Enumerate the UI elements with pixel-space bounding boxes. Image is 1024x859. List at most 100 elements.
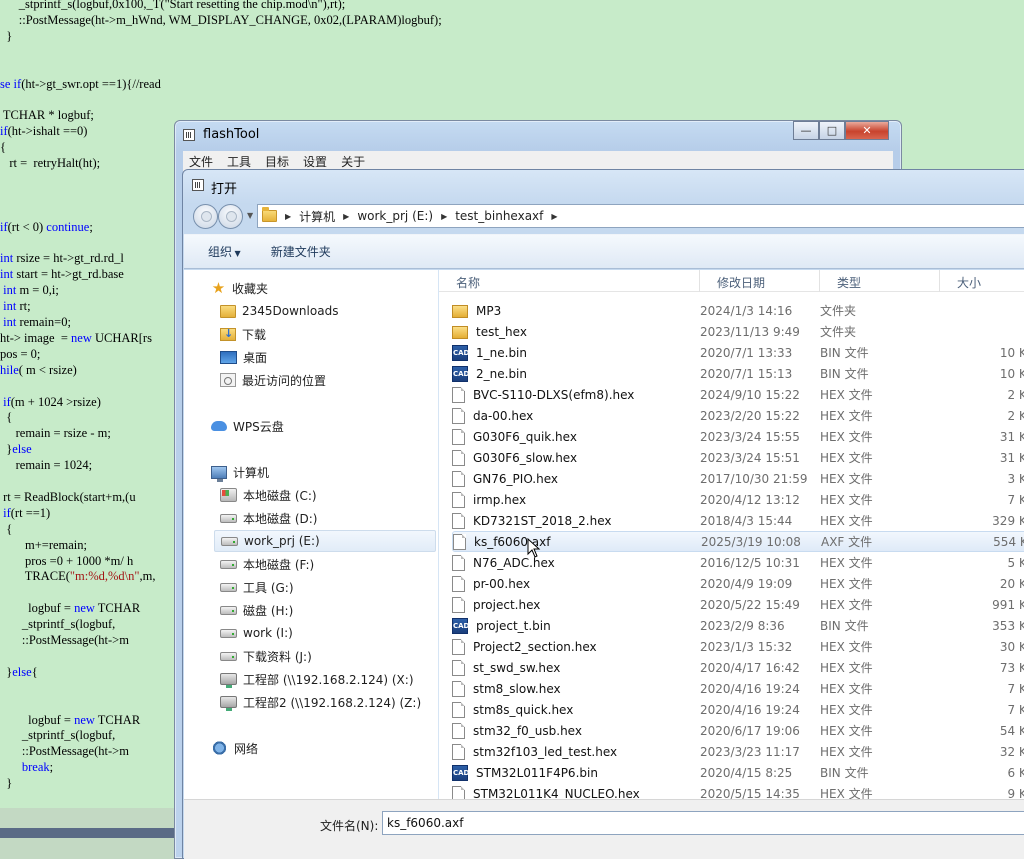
file-row[interactable]: stm8s_quick.hex 2020/4/16 19:24 HEX 文件 7 KB bbox=[452, 699, 1024, 720]
drive-icon bbox=[220, 628, 237, 638]
document-icon bbox=[452, 680, 465, 697]
file-type: HEX 文件 bbox=[820, 787, 873, 799]
file-date: 2020/4/12 13:12 bbox=[700, 492, 800, 507]
nav-drive-item[interactable]: work_prj (E:) bbox=[214, 530, 436, 552]
minimize-button[interactable]: — bbox=[793, 121, 819, 140]
file-row[interactable]: pr-00.hex 2020/4/9 19:09 HEX 文件 20 KB bbox=[452, 573, 1024, 594]
code-token: ::PostMessage(ht->m_hWnd, WM_DISPLAY_CHA… bbox=[0, 13, 442, 27]
nav-drive-item[interactable]: 工程部2 (\\192.168.2.124) (Z:) bbox=[220, 691, 421, 713]
code-line: if(rt < 0) continue; bbox=[0, 220, 93, 235]
breadcrumb-computer[interactable]: 计算机 bbox=[299, 208, 335, 225]
dialog-titlebar[interactable]: 打开 bbox=[183, 170, 1024, 200]
code-line: logbuf = new TCHAR bbox=[0, 601, 140, 616]
file-row[interactable]: CAD 1_ne.bin 2020/7/1 13:33 BIN 文件 10 KB bbox=[452, 342, 1024, 363]
nav-favorite-item[interactable]: 下载 bbox=[220, 323, 266, 345]
code-token: ; bbox=[89, 220, 93, 234]
nav-favorites[interactable]: ★ 收藏夹 bbox=[211, 277, 268, 299]
file-row[interactable]: stm32_f0_usb.hex 2020/6/17 19:06 HEX 文件 54 … bbox=[452, 720, 1024, 741]
close-button[interactable]: ✕ bbox=[845, 121, 889, 140]
file-type: HEX 文件 bbox=[820, 388, 873, 402]
nav-wps-cloud[interactable]: WPS云盘 bbox=[211, 415, 284, 437]
file-row[interactable]: G030F6_quik.hex 2023/3/24 15:55 HEX 文件 31 K… bbox=[452, 426, 1024, 447]
file-row[interactable]: GN76_PIO.hex 2017/10/30 21:59 HEX 文件 3 KB bbox=[452, 468, 1024, 489]
maximize-button[interactable]: □ bbox=[819, 121, 845, 140]
menu-about[interactable]: 关于 bbox=[341, 153, 365, 170]
file-row[interactable]: CAD project_t.bin 2023/2/9 8:36 BIN 文件 353 K… bbox=[452, 615, 1024, 636]
code-token: ( m < rsize) bbox=[18, 363, 77, 377]
file-type: HEX 文件 bbox=[820, 514, 873, 528]
file-row[interactable]: project.hex 2020/5/22 15:49 HEX 文件 991 KB bbox=[452, 594, 1024, 615]
code-line: rt = ReadBlock(start+m,(u bbox=[0, 490, 135, 505]
filename-input[interactable] bbox=[382, 811, 1024, 835]
file-row[interactable]: stm8_slow.hex 2020/4/16 19:24 HEX 文件 7 KB bbox=[452, 678, 1024, 699]
column-size[interactable]: 大小 bbox=[940, 270, 1024, 292]
menu-file[interactable]: 文件 bbox=[189, 153, 213, 170]
file-row[interactable]: irmp.hex 2020/4/12 13:12 HEX 文件 7 KB bbox=[452, 489, 1024, 510]
nav-label: 本地磁盘 (F:) bbox=[243, 557, 315, 572]
new-folder-button[interactable]: 新建文件夹 bbox=[271, 243, 331, 260]
file-row[interactable]: st_swd_sw.hex 2020/4/17 16:42 HEX 文件 73 KB bbox=[452, 657, 1024, 678]
navigation-pane[interactable]: ★ 收藏夹 2345Downloads 下载桌面最近访问的位置 WPS云盘计算机本地磁盘… bbox=[184, 270, 439, 799]
file-row[interactable]: CAD STM32L011F4P6.bin 2020/4/15 8:25 BIN 文件… bbox=[452, 762, 1024, 783]
nav-drive-item[interactable]: 磁盘 (H:) bbox=[220, 599, 293, 621]
code-token: break bbox=[21, 760, 50, 774]
file-row[interactable]: da-00.hex 2023/2/20 15:22 HEX 文件 2 KB bbox=[452, 405, 1024, 426]
file-row[interactable]: test_hex 2023/11/13 9:49 文件夹 bbox=[452, 321, 1024, 342]
chevron-right-icon[interactable]: ▶ bbox=[551, 212, 557, 221]
file-row[interactable]: KD7321ST_2018_2.hex 2018/4/3 15:44 HEX 文件 3… bbox=[452, 510, 1024, 531]
nav-drive-item[interactable]: 工具 (G:) bbox=[220, 576, 294, 598]
file-type: HEX 文件 bbox=[820, 493, 873, 507]
breadcrumb-drive[interactable]: work_prj (E:) bbox=[357, 209, 433, 223]
document-icon bbox=[452, 407, 465, 424]
folder-icon bbox=[220, 304, 236, 318]
nav-computer[interactable]: 计算机 bbox=[211, 461, 269, 483]
code-token: TCHAR bbox=[94, 713, 141, 727]
menu-settings[interactable]: 设置 bbox=[303, 153, 327, 170]
file-row[interactable]: G030F6_slow.hex 2023/3/24 15:51 HEX 文件 31 K… bbox=[452, 447, 1024, 468]
nav-favorite-item[interactable]: 桌面 bbox=[220, 346, 267, 368]
file-date: 2017/10/30 21:59 bbox=[700, 471, 808, 486]
file-row[interactable]: MP3 2024/1/3 14:16 文件夹 bbox=[452, 300, 1024, 321]
menu-tools[interactable]: 工具 bbox=[227, 153, 251, 170]
filename-row: 文件名(N): bbox=[184, 799, 1024, 859]
code-line: int start = ht->gt_rd.base bbox=[0, 267, 124, 282]
nav-drive-item[interactable]: 本地磁盘 (C:) bbox=[220, 484, 317, 506]
chevron-right-icon[interactable]: ▶ bbox=[343, 212, 349, 221]
file-date: 2020/7/1 13:33 bbox=[700, 345, 793, 360]
breadcrumb-folder[interactable]: test_binhexaxf bbox=[455, 209, 543, 223]
organize-button[interactable]: 组织 bbox=[208, 243, 241, 260]
code-token: TRACE( bbox=[0, 569, 70, 583]
menu-target[interactable]: 目标 bbox=[265, 153, 289, 170]
code-line: _stprintf_s(logbuf,0x100,_T("Start reset… bbox=[0, 0, 345, 12]
code-line: pros =0 + 1000 *m/ h bbox=[0, 554, 133, 569]
open-file-dialog[interactable]: 打开 ▼ ▶ 计算机 ▶ work_prj (E:) ▶ test_binhex… bbox=[182, 169, 1024, 859]
file-row[interactable]: STM32L011K4_NUCLEO.hex 2020/5/15 14:35 HEX… bbox=[452, 783, 1024, 799]
column-date[interactable]: 修改日期 bbox=[700, 270, 820, 292]
file-name: KD7321ST_2018_2.hex bbox=[473, 513, 612, 528]
file-name: stm8s_quick.hex bbox=[473, 702, 574, 717]
nav-drive-item[interactable]: 本地磁盘 (D:) bbox=[220, 507, 317, 529]
chevron-right-icon[interactable]: ▶ bbox=[285, 212, 291, 221]
back-button[interactable] bbox=[193, 204, 218, 229]
file-row[interactable]: Project2_section.hex 2023/1/3 15:32 HEX 文件… bbox=[452, 636, 1024, 657]
file-list[interactable]: 名称 修改日期 类型 大小 MP32024/1/3 14:16文件夹test_h… bbox=[439, 270, 1024, 799]
nav-label: 下载 bbox=[242, 327, 267, 342]
column-type[interactable]: 类型 bbox=[820, 270, 940, 292]
file-row[interactable]: BVC-S110-DLXS(efm8).hex 2024/9/10 15:22 HE… bbox=[452, 384, 1024, 405]
forward-button[interactable] bbox=[218, 204, 243, 229]
nav-drive-item[interactable]: 工程部 (\\192.168.2.124) (X:) bbox=[220, 668, 414, 690]
address-bar[interactable]: ▶ 计算机 ▶ work_prj (E:) ▶ test_binhexaxf ▶ bbox=[257, 204, 1024, 228]
nav-network[interactable]: 网络 bbox=[211, 737, 258, 759]
code-line: remain = 1024; bbox=[0, 458, 92, 473]
recent-pages-dropdown[interactable]: ▼ bbox=[247, 211, 253, 220]
file-row[interactable]: stm32f103_led_test.hex 2023/3/23 11:17 HEX… bbox=[452, 741, 1024, 762]
nav-drive-item[interactable]: work (I:) bbox=[220, 622, 293, 644]
file-row[interactable]: CAD 2_ne.bin 2020/7/1 15:13 BIN 文件 10 KB bbox=[452, 363, 1024, 384]
nav-favorite-item[interactable]: 2345Downloads bbox=[220, 300, 338, 322]
editor-scrollbar[interactable] bbox=[0, 828, 190, 838]
column-name[interactable]: 名称 bbox=[439, 270, 700, 292]
nav-drive-item[interactable]: 下载资料 (J:) bbox=[220, 645, 312, 667]
nav-favorite-item[interactable]: 最近访问的位置 bbox=[220, 369, 326, 391]
nav-drive-item[interactable]: 本地磁盘 (F:) bbox=[220, 553, 314, 575]
chevron-right-icon[interactable]: ▶ bbox=[441, 212, 447, 221]
